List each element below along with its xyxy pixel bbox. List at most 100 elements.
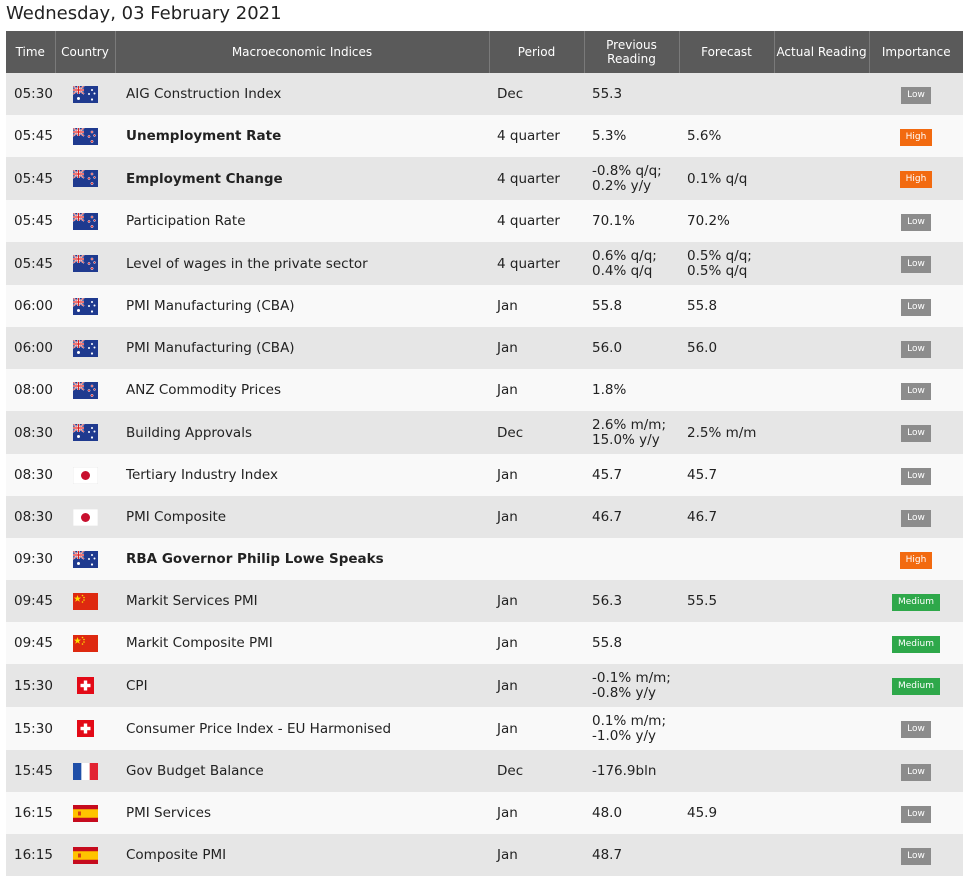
event-name[interactable]: Participation Rate — [115, 200, 489, 242]
table-row[interactable]: 08:30 Building Approvals Dec 2.6% m/m; 15… — [6, 411, 963, 454]
previous-reading: 48.0 — [584, 792, 679, 834]
importance-cell: Low — [869, 707, 963, 750]
forecast-value: 55.5 — [679, 580, 774, 622]
importance-cell: Low — [869, 327, 963, 369]
event-name[interactable]: Level of wages in the private sector — [115, 242, 489, 285]
event-name[interactable]: ANZ Commodity Prices — [115, 369, 489, 411]
forecast-value — [679, 834, 774, 876]
actual-reading — [774, 454, 869, 496]
table-row[interactable]: 15:30 Consumer Price Index - EU Harmonis… — [6, 707, 963, 750]
previous-reading: 56.3 — [584, 580, 679, 622]
table-row[interactable]: 05:45 Participation Rate 4 quarter 70.1%… — [6, 200, 963, 242]
previous-reading-line1: 45.7 — [592, 467, 623, 483]
actual-reading — [774, 115, 869, 157]
country-cell — [55, 750, 115, 792]
forecast-value — [679, 707, 774, 750]
importance-cell: Medium — [869, 664, 963, 707]
event-name[interactable]: Composite PMI — [115, 834, 489, 876]
header-previous-line1: Previous — [606, 38, 657, 52]
previous-reading-line1: 55.3 — [592, 86, 623, 102]
event-name[interactable]: AIG Construction Index — [115, 73, 489, 115]
table-row[interactable]: 09:30 RBA Governor Philip Lowe Speaks Hi… — [6, 538, 963, 580]
event-name[interactable]: PMI Manufacturing (CBA) — [115, 327, 489, 369]
event-name[interactable]: CPI — [115, 664, 489, 707]
event-name[interactable]: PMI Composite — [115, 496, 489, 538]
actual-reading — [774, 285, 869, 327]
spain-flag-icon — [72, 804, 98, 822]
table-row[interactable]: 09:45 Markit Composite PMI Jan 55.8 Medi… — [6, 622, 963, 664]
new-zealand-flag-icon — [72, 211, 98, 230]
table-row[interactable]: 06:00 PMI Manufacturing (CBA) Jan 55.8 5… — [6, 285, 963, 327]
event-period: 4 quarter — [489, 115, 584, 157]
country-cell — [55, 622, 115, 664]
table-row[interactable]: 15:30 CPI Jan -0.1% m/m; -0.8% y/y Medium — [6, 664, 963, 707]
event-name[interactable]: Gov Budget Balance — [115, 750, 489, 792]
event-name[interactable]: Unemployment Rate — [115, 115, 489, 157]
table-row[interactable]: 08:30 Tertiary Industry Index Jan 45.7 4… — [6, 454, 963, 496]
country-cell — [55, 834, 115, 876]
event-name[interactable]: RBA Governor Philip Lowe Speaks — [115, 538, 489, 580]
importance-badge: Low — [901, 213, 931, 231]
event-time: 05:45 — [6, 242, 55, 285]
table-row[interactable]: 05:30 AIG Construction Index Dec 55.3 Lo… — [6, 73, 963, 115]
previous-reading: -0.8% q/q; 0.2% y/y — [584, 157, 679, 200]
previous-reading-line2: 0.4% q/q — [592, 262, 653, 279]
forecast-line1: 55.5 — [687, 593, 718, 609]
importance-badge: Medium — [892, 635, 940, 653]
previous-reading: 0.6% q/q; 0.4% q/q — [584, 242, 679, 285]
event-period: Jan — [489, 792, 584, 834]
page-title: Wednesday, 03 February 2021 — [6, 3, 282, 24]
table-row[interactable]: 06:00 PMI Manufacturing (CBA) Jan 56.0 5… — [6, 327, 963, 369]
importance-badge: Low — [901, 298, 931, 316]
importance-cell: Low — [869, 200, 963, 242]
table-row[interactable]: 08:00 ANZ Commodity Prices Jan 1.8% Low — [6, 369, 963, 411]
importance-badge: High — [899, 171, 933, 188]
event-name[interactable]: Markit Services PMI — [115, 580, 489, 622]
event-name[interactable]: Consumer Price Index - EU Harmonised — [115, 707, 489, 750]
importance-badge: Low — [901, 86, 931, 104]
table-row[interactable]: 15:45 Gov Budget Balance Dec -176.9bln L… — [6, 750, 963, 792]
forecast-value: 2.5% m/m — [679, 411, 774, 454]
table-row[interactable]: 16:15 Composite PMI Jan 48.7 Low — [6, 834, 963, 876]
previous-reading-line2: -1.0% y/y — [592, 727, 656, 744]
importance-badge: Low — [901, 425, 931, 442]
table-row[interactable]: 05:45 Unemployment Rate 4 quarter 5.3% 5… — [6, 115, 963, 157]
importance-badge: Low — [901, 382, 931, 400]
previous-reading-line2: 15.0% y/y — [592, 431, 660, 448]
header-country: Country — [54, 31, 115, 73]
forecast-value: 5.6% — [679, 115, 774, 157]
event-name[interactable]: Employment Change — [115, 157, 489, 200]
actual-reading — [774, 622, 869, 664]
country-cell — [55, 496, 115, 538]
forecast-line1: 56.0 — [687, 340, 718, 356]
table-row[interactable]: 16:15 PMI Services Jan 48.0 45.9 Low — [6, 792, 963, 834]
japan-flag-icon — [72, 466, 98, 484]
importance-badge: Low — [901, 805, 931, 823]
country-cell — [55, 707, 115, 750]
table-row[interactable]: 05:45 Level of wages in the private sect… — [6, 242, 963, 285]
table-row[interactable]: 09:45 Markit Services PMI Jan 56.3 55.5 … — [6, 580, 963, 622]
previous-reading-line2: -0.8% y/y — [592, 684, 656, 701]
previous-reading-line1: 0.1% m/m; — [592, 712, 666, 729]
event-name[interactable]: Tertiary Industry Index — [115, 454, 489, 496]
event-name[interactable]: Building Approvals — [115, 411, 489, 454]
event-period: Jan — [489, 707, 584, 750]
event-name[interactable]: Markit Composite PMI — [115, 622, 489, 664]
event-name[interactable]: PMI Services — [115, 792, 489, 834]
header-previous: Previous Reading — [583, 31, 679, 73]
event-name[interactable]: PMI Manufacturing (CBA) — [115, 285, 489, 327]
event-period: Jan — [489, 369, 584, 411]
country-cell — [55, 327, 115, 369]
header-forecast: Forecast — [678, 31, 774, 73]
header-actual: Actual Reading — [773, 31, 869, 73]
event-period: 4 quarter — [489, 242, 584, 285]
previous-reading-line1: -0.1% m/m; — [592, 669, 671, 686]
importance-badge: Low — [901, 340, 931, 358]
spain-flag-icon — [72, 846, 98, 864]
table-row[interactable]: 08:30 PMI Composite Jan 46.7 46.7 Low — [6, 496, 963, 538]
header-importance: Importance — [868, 31, 963, 73]
event-period: Dec — [489, 750, 584, 792]
japan-flag-icon — [72, 508, 98, 526]
table-row[interactable]: 05:45 Employment Change 4 quarter -0.8% … — [6, 157, 963, 200]
event-time: 16:15 — [6, 792, 55, 834]
